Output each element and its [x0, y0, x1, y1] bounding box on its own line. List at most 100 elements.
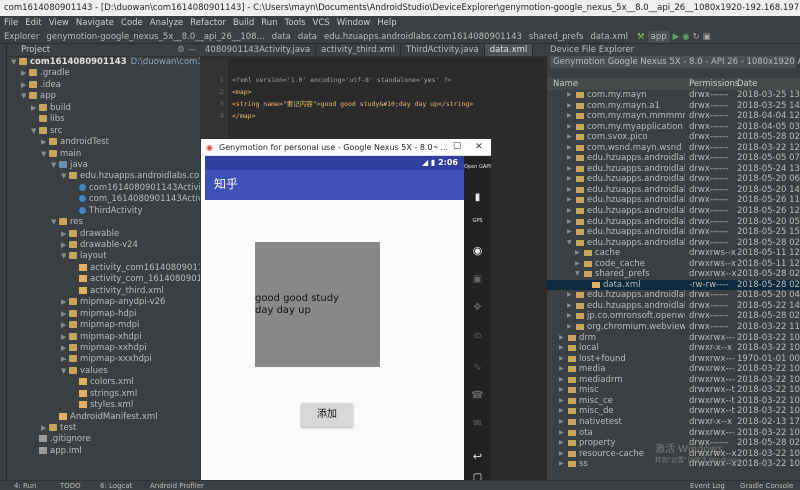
project-tree-item[interactable]: ▼ com1614080901143D:\duowan\com1614080901… [7, 57, 200, 68]
close-icon[interactable]: ✕ [469, 139, 489, 156]
expand-right-icon[interactable]: ▶ [559, 375, 564, 386]
expand-right-icon[interactable]: ▶ [559, 385, 564, 396]
project-tree-item[interactable]: ▶ drawable-v24 [7, 240, 200, 251]
project-tree-item[interactable]: ▼ edu.hzuapps.androidlabs.com161 [7, 171, 200, 182]
file-row[interactable]: ▶ edu.hzuapps.androidlabs.com drwx------ 20… [547, 195, 800, 206]
expand-down-icon[interactable]: ▼ [61, 251, 69, 262]
file-row[interactable]: ▶ misc drwxrwx--t2018-03-22 10:44 [547, 385, 800, 396]
battery-widget-icon[interactable]: ▮ [464, 192, 491, 203]
project-tree-item[interactable]: ▶ drawable [7, 229, 200, 240]
project-tree-item[interactable]: styles.xml [7, 400, 200, 411]
tab-data-xml[interactable]: data.xml [484, 44, 534, 56]
file-row[interactable]: ▶ nativetest drwxr-x--x 2018-02-13 17:09 [547, 417, 800, 428]
project-tree-item[interactable]: .gitignore [7, 434, 200, 445]
tab-activity-third-xml[interactable]: activity_third.xml [316, 44, 401, 56]
expand-right-icon[interactable]: ▶ [567, 290, 572, 301]
project-tree-item[interactable]: ▶ .idea [7, 80, 200, 91]
file-row[interactable]: ▶ ota drwxrwx---2018-03-22 10:44 [547, 428, 800, 439]
file-row[interactable]: ▶ lost+found drwxrwx---1970-01-01 00:00 [547, 354, 800, 365]
expand-right-icon[interactable]: ▶ [567, 217, 572, 228]
expand-right-icon[interactable]: ▶ [567, 122, 572, 133]
project-tree-item[interactable]: ▶ .gradle [7, 68, 200, 79]
file-row[interactable]: ▶ com.svox.pico drwx------ 2018-05-28 02:02 [547, 132, 800, 143]
expand-right-icon[interactable]: ▶ [567, 195, 572, 206]
tab-third-activity-java[interactable]: ThirdActivity.java [401, 44, 485, 56]
run-config-select[interactable]: app [647, 31, 670, 43]
expand-right-icon[interactable]: ▶ [21, 68, 29, 79]
expand-down-icon[interactable]: ▼ [41, 149, 49, 160]
expand-right-icon[interactable]: ▶ [559, 364, 564, 375]
project-tree-item[interactable]: strings.xml [7, 389, 200, 400]
breadcrumb-item[interactable]: data.xml [588, 30, 630, 43]
expand-right-icon[interactable]: ▶ [61, 332, 69, 343]
open-gapps-icon[interactable]: Open GAPPS [464, 164, 491, 170]
expand-right-icon[interactable]: ▶ [567, 322, 572, 333]
expand-right-icon[interactable]: ▶ [61, 297, 69, 308]
project-tree-item[interactable]: ▶ mipmap-xxxhdpi [7, 354, 200, 365]
expand-right-icon[interactable]: ▶ [61, 343, 69, 354]
expand-right-icon[interactable]: ▶ [567, 227, 572, 238]
expand-down-icon[interactable]: ▼ [21, 91, 29, 102]
expand-right-icon[interactable]: ▶ [567, 90, 572, 101]
file-row[interactable]: ▶ code_cache drwxrws--x2018-05-11 12:00 [547, 259, 800, 270]
file-row[interactable]: ▶ edu.hzuapps.androidlabs.com drwx------ 20… [547, 153, 800, 164]
breadcrumb-item[interactable]: Explorer [2, 30, 41, 43]
column-name[interactable]: Name [553, 78, 578, 90]
expand-right-icon[interactable]: ▶ [21, 80, 29, 91]
todo-tool-button[interactable]: TODO [60, 481, 81, 490]
expand-down-icon[interactable]: ▼ [61, 171, 69, 182]
file-row[interactable]: ▶ mediadrm drwxrwx---2018-03-22 10:44 [547, 375, 800, 386]
file-row[interactable]: ▶ com.wsnd.mayn.wsnd drwx------ 2018-03-22 … [547, 143, 800, 154]
minimize-icon[interactable]: – [425, 139, 445, 156]
expand-right-icon[interactable]: ▶ [567, 101, 572, 112]
project-tree-item[interactable]: colors.xml [7, 377, 200, 388]
project-tree-item[interactable]: AndroidManifest.xml [7, 412, 200, 423]
menu-help[interactable]: Help [377, 16, 396, 30]
file-row[interactable]: ▶ com.my.myapplication drwx------ 2018-04-0… [547, 122, 800, 133]
file-row[interactable]: ▼ edu.hzuapps.androidlabs.com drwx------ 20… [547, 238, 800, 249]
project-tree-item[interactable]: ▼ main [7, 149, 200, 160]
logcat-tool-button[interactable]: 6: Logcat [100, 481, 132, 490]
breadcrumb-item[interactable]: edu.hzuapps.androidlabs.com1614080901143 [322, 30, 524, 43]
expand-right-icon[interactable]: ▶ [61, 354, 69, 365]
file-row[interactable]: ▶ com.my.mayn drwx------ 2018-03-25 13:29 [547, 90, 800, 101]
file-row[interactable]: ▶ misc_de drwxrwx--t2018-03-22 10:44 [547, 406, 800, 417]
dpad-icon[interactable]: ✥ [464, 302, 491, 313]
project-tree-item[interactable]: activity_third.xml [7, 286, 200, 297]
expand-right-icon[interactable]: ▶ [559, 417, 564, 428]
expand-right-icon[interactable]: ▶ [567, 174, 572, 185]
expand-right-icon[interactable]: ▶ [567, 185, 572, 196]
expand-down-icon[interactable]: ▼ [31, 126, 39, 137]
menu-analyze[interactable]: Analyze [150, 16, 184, 30]
file-row[interactable]: ▶ com.my.mayn.mmmmm drwx------ 2018-04-04 1… [547, 111, 800, 122]
file-row[interactable]: ▶ edu.hzuapps.androidlabs.com drwx------ 20… [547, 164, 800, 175]
run-icon[interactable]: ▶ [673, 30, 680, 43]
expand-right-icon[interactable]: ▶ [61, 229, 69, 240]
menu-vcs[interactable]: VCS [313, 16, 330, 30]
panel-settings-icon[interactable]: ⚙ — [177, 44, 196, 57]
expand-right-icon[interactable]: ▶ [567, 311, 572, 322]
breadcrumb-item[interactable]: shared_prefs [527, 30, 586, 43]
sms-icon[interactable]: ✉ [464, 418, 491, 429]
gps-icon[interactable]: GPS [464, 218, 491, 224]
project-tree-item[interactable]: ▶ mipmap-xhdpi [7, 332, 200, 343]
project-tree-item[interactable]: com_1614080901143Activity [7, 194, 200, 205]
add-button[interactable]: 添加 [301, 403, 353, 427]
project-tree-item[interactable]: ▶ androidTest [7, 137, 200, 148]
network-icon[interactable]: ∿ [464, 362, 491, 373]
expand-right-icon[interactable]: ▶ [567, 301, 572, 312]
expand-right-icon[interactable]: ▶ [567, 206, 572, 217]
expand-right-icon[interactable]: ▶ [575, 248, 580, 259]
project-tree-item[interactable]: ▶ build [7, 103, 200, 114]
file-row[interactable]: ▶ edu.hzuapps.androidlabs.com drwx------ 20… [547, 206, 800, 217]
project-tree-item[interactable]: ▶ test [7, 423, 200, 434]
project-tree-item[interactable]: ▶ mipmap-mdpi [7, 320, 200, 331]
project-tree-item[interactable]: app.iml [7, 446, 200, 457]
project-tree-item[interactable]: ▶ mipmap-anydpi-v26 [7, 297, 200, 308]
expand-right-icon[interactable]: ▶ [559, 459, 564, 470]
code-text[interactable]: <?xml version='1.0' encoding='utf-8' sta… [232, 74, 473, 122]
project-tree-item[interactable]: ▶ mipmap-hdpi [7, 309, 200, 320]
file-row[interactable]: ▶ com.my.mayn.a1 drwx------ 2018-03-25 14:0… [547, 101, 800, 112]
project-tree-item[interactable]: ThirdActivity [7, 206, 200, 217]
file-row[interactable]: ▶ edu.hzuapps.androidlabs.com drwx------ 20… [547, 290, 800, 301]
